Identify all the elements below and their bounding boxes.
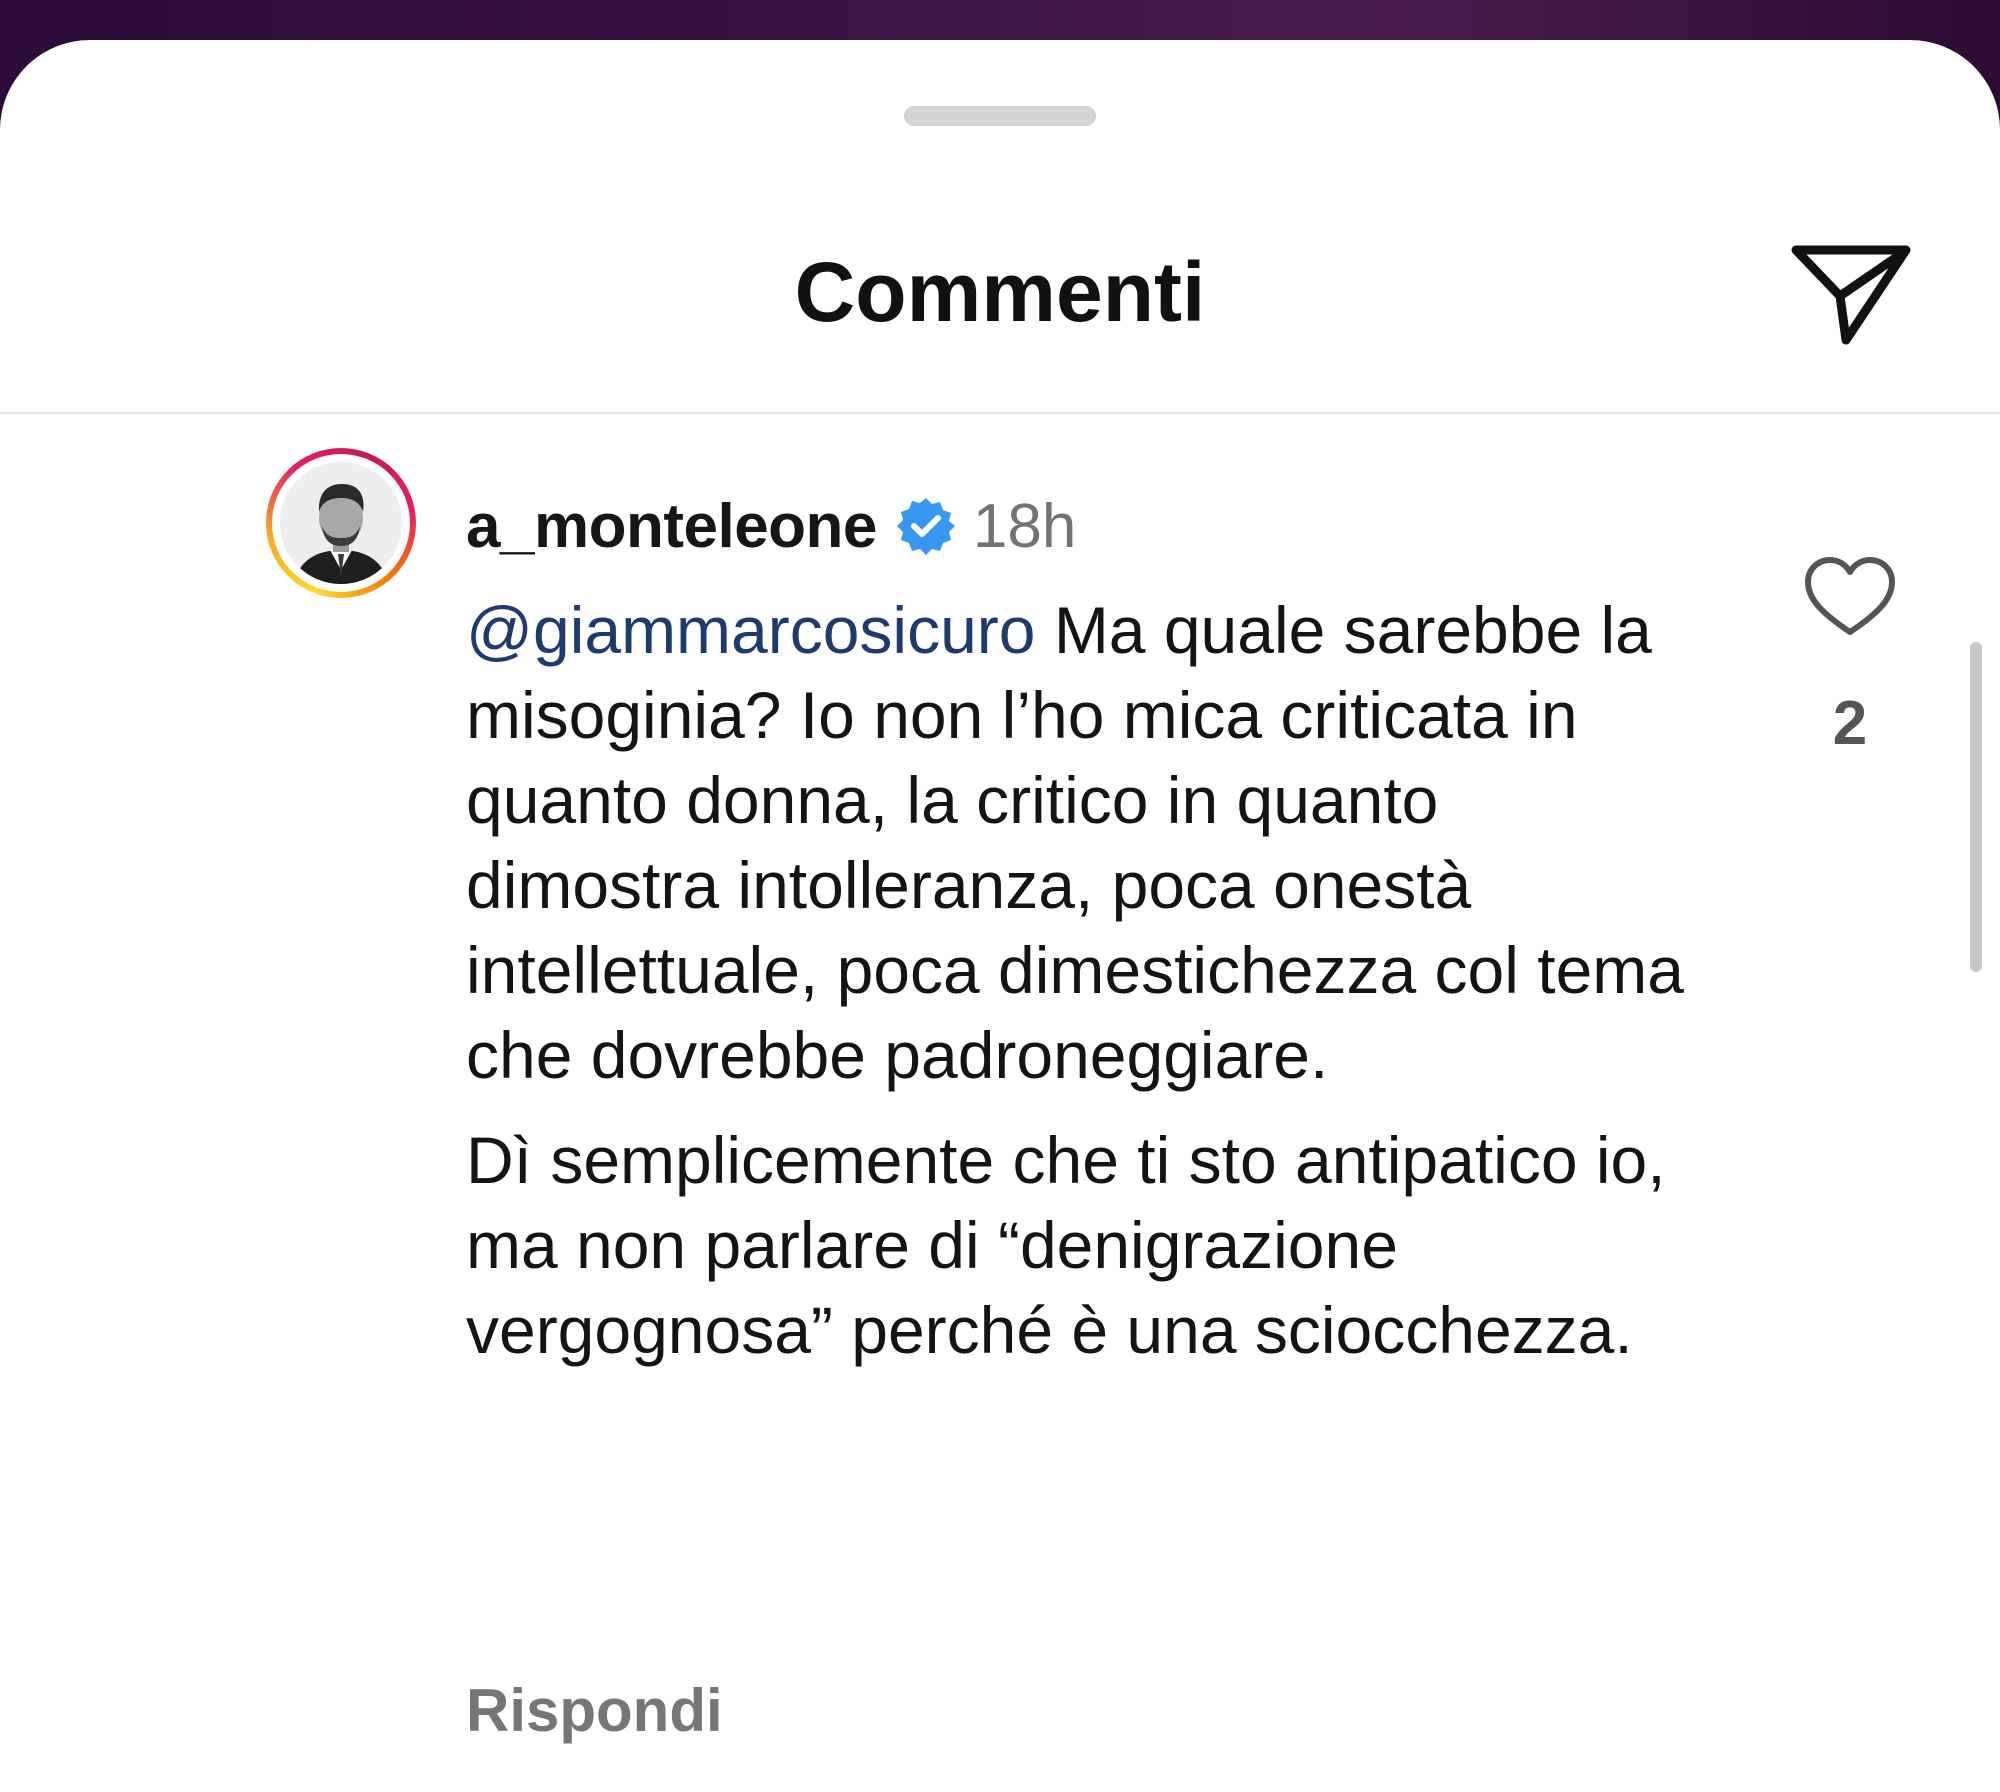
sheet-title: Commenti <box>794 245 1206 339</box>
comment-paragraph-1: @giammarcosicuro Ma quale sarebbe la mis… <box>466 588 1696 1098</box>
mention-link[interactable]: @giammarcosicuro <box>466 593 1035 667</box>
comment-paragraph-2: Dì semplicemente che ti sto antipatico i… <box>466 1123 1666 1367</box>
header-divider <box>0 412 2000 414</box>
comments-sheet: Commenti a_monteleone 18h @giammarcosicu… <box>0 40 2000 1792</box>
scrollbar[interactable] <box>1970 642 1982 972</box>
verified-badge-icon <box>895 495 957 557</box>
share-button[interactable] <box>1786 236 1916 352</box>
reply-button[interactable]: Rispondi <box>466 1676 723 1745</box>
comment-header: a_monteleone 18h <box>466 488 1076 564</box>
paper-plane-icon <box>1791 245 1911 345</box>
comment-username[interactable]: a_monteleone <box>466 491 877 562</box>
avatar-photo <box>280 462 402 584</box>
comment-timestamp: 18h <box>972 491 1077 561</box>
heart-icon <box>1805 557 1895 635</box>
avatar-portrait <box>280 462 402 584</box>
avatar[interactable] <box>266 448 416 598</box>
like-count: 2 <box>1832 689 1868 758</box>
comment-text: @giammarcosicuro Ma quale sarebbe la mis… <box>466 588 1696 1373</box>
avatar-inner <box>272 454 410 592</box>
like-button[interactable] <box>1800 552 1900 642</box>
comment-paragraph-1-text: Ma quale sarebbe la misoginia? Io non l’… <box>466 593 1684 1092</box>
sheet-grabber-handle[interactable] <box>904 106 1096 126</box>
